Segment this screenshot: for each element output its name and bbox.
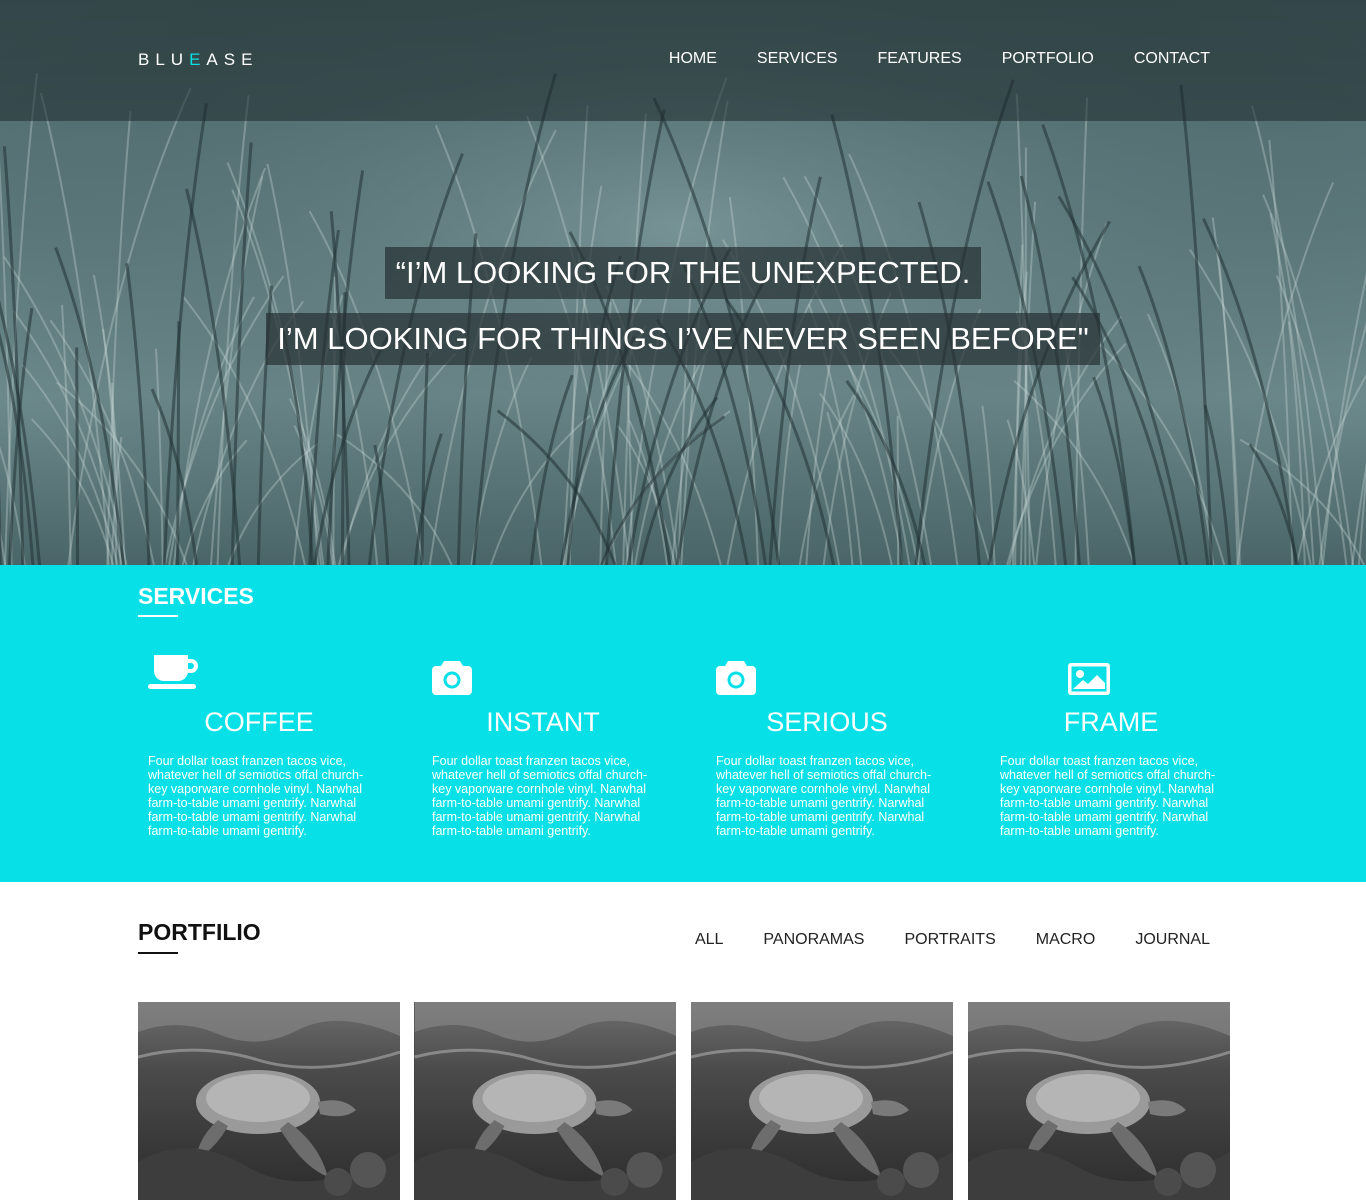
services-heading-underline bbox=[138, 615, 178, 617]
service-description: Four dollar toast franzen tacos vice, wh… bbox=[432, 754, 648, 838]
services-heading: SERVICES bbox=[138, 583, 254, 609]
service-description: Four dollar toast franzen tacos vice, wh… bbox=[148, 754, 364, 838]
portfolio-filters: ALL PANORAMAS PORTRAITS MACRO JOURNAL bbox=[695, 931, 1210, 949]
service-description: Four dollar toast franzen tacos vice, wh… bbox=[1000, 754, 1216, 838]
nav-portfolio[interactable]: PORTFOLIO bbox=[1002, 50, 1094, 68]
nav-contact[interactable]: CONTACT bbox=[1134, 50, 1210, 68]
nav-services[interactable]: SERVICES bbox=[757, 50, 838, 68]
portfolio-heading: PORTFILIO bbox=[138, 919, 261, 945]
filter-journal[interactable]: JOURNAL bbox=[1135, 931, 1210, 949]
turtle-photo-image bbox=[691, 1002, 953, 1200]
site-logo[interactable]: BLUEASE bbox=[138, 50, 258, 70]
portfolio-item[interactable] bbox=[138, 1002, 400, 1200]
portfolio-item[interactable] bbox=[691, 1002, 953, 1200]
top-navigation-bar: BLUEASE HOME SERVICES FEATURES PORTFOLIO… bbox=[0, 0, 1366, 121]
turtle-photo-image bbox=[414, 1002, 676, 1200]
hero-quote-line-2: I’M LOOKING FOR THINGS I’VE NEVER SEEN B… bbox=[0, 313, 1366, 365]
services-section: SERVICES COFFEE Four dollar toast franze… bbox=[0, 565, 1366, 882]
service-description: Four dollar toast franzen tacos vice, wh… bbox=[716, 754, 932, 838]
filter-macro[interactable]: MACRO bbox=[1036, 931, 1096, 949]
coffee-cup-icon bbox=[148, 655, 198, 689]
portfolio-item[interactable] bbox=[414, 1002, 676, 1200]
camera-icon bbox=[432, 661, 472, 695]
nav-home[interactable]: HOME bbox=[669, 50, 717, 68]
service-title: INSTANT bbox=[486, 707, 600, 737]
service-title: COFFEE bbox=[204, 707, 314, 737]
filter-panoramas[interactable]: PANORAMAS bbox=[763, 931, 864, 949]
hero-section: BLUEASE HOME SERVICES FEATURES PORTFOLIO… bbox=[0, 0, 1366, 565]
main-nav: HOME SERVICES FEATURES PORTFOLIO CONTACT bbox=[669, 50, 1210, 68]
portfolio-heading-underline bbox=[138, 952, 178, 954]
camera-icon bbox=[716, 661, 756, 695]
image-icon bbox=[1068, 663, 1110, 695]
portfolio-item[interactable] bbox=[968, 1002, 1230, 1200]
service-title: FRAME bbox=[1063, 707, 1159, 737]
hero-quote-line-1: “I’M LOOKING FOR THE UNEXPECTED. bbox=[0, 247, 1366, 299]
turtle-photo-image bbox=[138, 1002, 400, 1200]
turtle-photo-image bbox=[968, 1002, 1230, 1200]
filter-all[interactable]: ALL bbox=[695, 931, 723, 949]
filter-portraits[interactable]: PORTRAITS bbox=[904, 931, 995, 949]
service-title: SERIOUS bbox=[766, 707, 888, 737]
nav-features[interactable]: FEATURES bbox=[878, 50, 962, 68]
